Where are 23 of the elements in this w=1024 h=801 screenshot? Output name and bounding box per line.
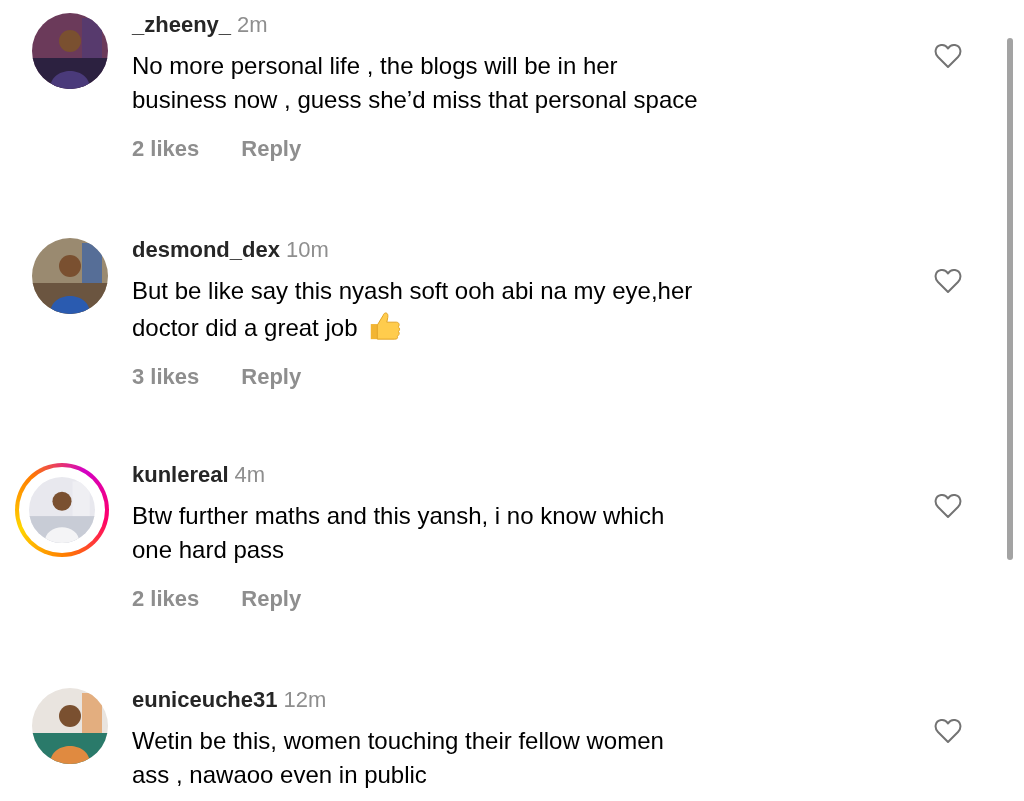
likes-count[interactable]: 3 likes	[132, 363, 200, 391]
comment-text: But be like say this nyash soft ooh abi na my eye,her doctor did a great job	[132, 276, 693, 344]
reply-link[interactable]: Reply	[241, 585, 302, 613]
reply-link[interactable]: Reply	[241, 363, 302, 391]
username[interactable]: _zheeny_	[132, 11, 232, 39]
heart-icon[interactable]	[934, 268, 962, 294]
username[interactable]: euniceuche31	[132, 686, 278, 714]
reply-link[interactable]: Reply	[241, 135, 302, 163]
comment-text: Btw further maths and this yansh, i no know which one hard pass	[132, 501, 665, 565]
comment-text: No more personal life , the blogs will be in her business now , guess she’d miss that personal space	[132, 51, 698, 115]
likes-count[interactable]: 2 likes	[132, 135, 200, 163]
scrollbar[interactable]	[1007, 38, 1013, 560]
username[interactable]: kunlereal	[132, 461, 229, 489]
timestamp: 12m	[283, 686, 327, 714]
username[interactable]: desmond_dex	[132, 236, 280, 264]
heart-icon[interactable]	[934, 718, 962, 744]
likes-count[interactable]: 2 likes	[132, 585, 200, 613]
timestamp: 4m	[234, 461, 266, 489]
heart-icon[interactable]	[934, 493, 962, 519]
heart-icon[interactable]	[934, 43, 962, 69]
comment-text: Wetin be this, women touching their fellow women ass , nawaoo even in public	[132, 726, 664, 790]
timestamp: 10m	[285, 236, 329, 264]
timestamp: 2m	[237, 11, 268, 39]
